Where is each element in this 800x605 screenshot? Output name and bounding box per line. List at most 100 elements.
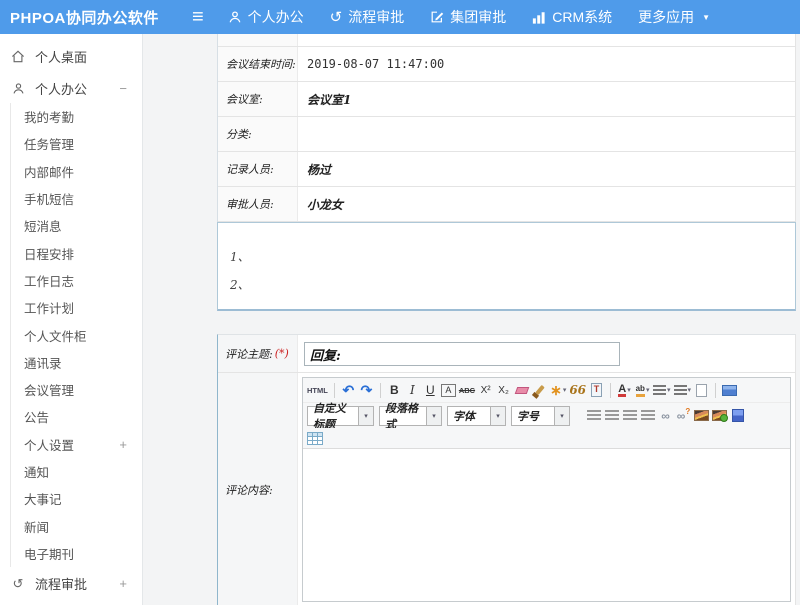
sidebar-item-short-message[interactable]: 短消息 <box>11 212 142 239</box>
align-center-button[interactable] <box>604 407 619 425</box>
toolbar-separator <box>610 383 611 398</box>
sidebar-item-work-plan[interactable]: 工作计划 <box>11 294 142 321</box>
sidebar-item-personal-settings[interactable]: 个人设置 + <box>11 431 142 458</box>
format-painter-button[interactable] <box>532 381 547 399</box>
sidebar-item-label: 短消息 <box>24 216 62 235</box>
sidebar-item-e-journal[interactable]: 电子期刊 <box>11 540 142 567</box>
align-left-button[interactable] <box>586 407 601 425</box>
dropdown-label: 段落格式 <box>380 407 426 425</box>
upload-image-button[interactable] <box>712 407 727 425</box>
remove-format-button[interactable] <box>514 381 529 399</box>
redo-icon[interactable]: ↷ <box>359 381 374 399</box>
sidebar-item-personal-desktop[interactable]: 个人桌面 <box>0 40 142 73</box>
sidebar-item-memorabilia[interactable]: 大事记 <box>11 485 142 512</box>
sidebar-item-label: 电子期刊 <box>24 544 74 563</box>
unordered-list-button[interactable]: ▾ <box>674 381 692 399</box>
caret-down-icon: ▾ <box>688 386 692 394</box>
paragraph-format-dropdown[interactable]: 段落格式 ▾ <box>379 406 442 426</box>
nav-group-approval[interactable]: 集团审批 <box>430 7 506 27</box>
blockquote-button[interactable]: 66 <box>569 381 586 399</box>
expand-toggle-icon[interactable]: + <box>119 437 127 452</box>
insert-link-button[interactable]: ∞ <box>658 407 673 425</box>
collapse-toggle-icon[interactable]: − <box>119 81 127 96</box>
sidebar-item-label: 会议管理 <box>24 380 74 399</box>
sidebar-item-internal-mail[interactable]: 内部邮件 <box>11 158 142 185</box>
rich-text-editor: HTML ↶ ↷ B I U A ABC X² X₂ ∗ <box>302 377 791 602</box>
sidebar-item-label: 个人桌面 <box>35 47 87 66</box>
magic-icon: ∗ <box>550 382 562 399</box>
font-size-dropdown[interactable]: 字号 ▾ <box>511 406 570 426</box>
person-icon <box>228 10 242 24</box>
nav-label: 更多应用 <box>638 7 694 27</box>
align-right-button[interactable] <box>622 407 637 425</box>
align-justify-button[interactable] <box>640 407 655 425</box>
main-content: 会议结束时间: 2019-08-07 11:47:00 会议室: 会议室1 分类… <box>143 34 800 605</box>
bold-button[interactable]: B <box>387 381 402 399</box>
superscript-button[interactable]: X² <box>478 381 493 399</box>
toolbar-separator <box>334 383 335 398</box>
insert-media-button[interactable] <box>730 407 745 425</box>
highlight-icon: ab <box>636 384 645 397</box>
custom-heading-dropdown[interactable]: 自定义标题 ▾ <box>307 406 374 426</box>
strikethrough-button[interactable]: ABC <box>459 381 475 399</box>
sidebar-item-personal-office[interactable]: 个人办公 − <box>0 73 142 103</box>
sidebar-item-mobile-sms[interactable]: 手机短信 <box>11 185 142 212</box>
sidebar-item-news[interactable]: 新闻 <box>11 512 142 539</box>
sidebar-item-label: 新闻 <box>24 517 49 536</box>
insert-image-button[interactable] <box>694 407 709 425</box>
nav-more-apps[interactable]: 更多应用 ▼ <box>638 7 710 27</box>
meeting-room-value: 会议室1 <box>307 91 351 108</box>
eraser-icon <box>514 387 529 394</box>
color-effects-button[interactable]: ∗▾ <box>550 381 566 399</box>
html-source-button[interactable]: HTML <box>307 381 328 399</box>
sidebar-item-label: 通知 <box>24 462 49 481</box>
fullscreen-button[interactable] <box>722 381 737 399</box>
highlight-button[interactable]: ab▾ <box>635 381 650 399</box>
insert-text-box-button[interactable]: T <box>589 381 604 399</box>
sidebar-item-attendance[interactable]: 我的考勤 <box>11 103 142 130</box>
sidebar-item-label: 通讯录 <box>24 353 62 372</box>
table-row: 记录人员: 杨过 <box>218 152 795 187</box>
meeting-end-time-value: 2019-08-07 11:47:00 <box>307 57 444 71</box>
header-nav: 个人办公 ↺ 流程审批 集团审批 CRM系统 更多应用 ▼ <box>228 7 710 27</box>
sidebar-item-contacts[interactable]: 通讯录 <box>11 349 142 376</box>
caret-down-icon: ▾ <box>627 386 631 394</box>
ordered-list-button[interactable]: ▾ <box>653 381 671 399</box>
font-style-button[interactable]: A <box>441 384 456 397</box>
comment-subject-input[interactable] <box>304 342 620 366</box>
underline-button[interactable]: U <box>423 381 438 399</box>
dropdown-label: 字号 <box>512 407 554 425</box>
nav-process-approval[interactable]: ↺ 流程审批 <box>330 7 405 27</box>
hamburger-menu-icon[interactable]: ≡ <box>192 7 204 27</box>
content-line: 2、 <box>230 271 795 299</box>
table-row: 会议室: 会议室1 <box>218 82 795 117</box>
undo-icon[interactable]: ↶ <box>341 381 356 399</box>
font-family-dropdown[interactable]: 字体 ▾ <box>447 406 506 426</box>
sidebar-item-work-log[interactable]: 工作日志 <box>11 267 142 294</box>
sidebar-item-notice[interactable]: 通知 <box>11 458 142 485</box>
comment-content-editor-area[interactable] <box>303 449 790 601</box>
nav-crm[interactable]: CRM系统 <box>532 7 612 27</box>
sidebar-item-meeting-management[interactable]: 会议管理 <box>11 376 142 403</box>
sidebar-item-process-approval[interactable]: ↺ 流程审批 + <box>0 567 142 600</box>
comment-subject-row: 评论主题: (*) <box>218 335 795 373</box>
editor-toolbar-row-1: HTML ↶ ↷ B I U A ABC X² X₂ ∗ <box>303 378 790 402</box>
align-center-icon <box>605 410 619 421</box>
new-page-button[interactable] <box>694 381 709 399</box>
sidebar-item-schedule[interactable]: 日程安排 <box>11 239 142 266</box>
sidebar: 个人桌面 个人办公 − 我的考勤 任务管理 内部邮件 手机短信 短消息 日程安排… <box>0 34 143 605</box>
comment-content-row: 评论内容: HTML ↶ ↷ B I U A ABC <box>218 373 795 605</box>
nav-personal-office[interactable]: 个人办公 <box>228 7 304 27</box>
insert-table-button[interactable] <box>307 429 323 447</box>
subscript-button[interactable]: X₂ <box>496 381 511 399</box>
italic-button[interactable]: I <box>405 381 420 399</box>
font-color-button[interactable]: A▾ <box>617 381 632 399</box>
sidebar-item-label: 手机短信 <box>24 189 74 208</box>
expand-toggle-icon[interactable]: + <box>119 576 127 591</box>
sidebar-item-file-cabinet[interactable]: 个人文件柜 <box>11 321 142 348</box>
sidebar-item-task-management[interactable]: 任务管理 <box>11 130 142 157</box>
field-label: 记录人员: <box>218 152 298 186</box>
sidebar-item-announcement[interactable]: 公告 <box>11 403 142 430</box>
remove-link-button[interactable]: ∞? <box>676 407 691 425</box>
caret-down-icon: ▾ <box>358 407 373 425</box>
